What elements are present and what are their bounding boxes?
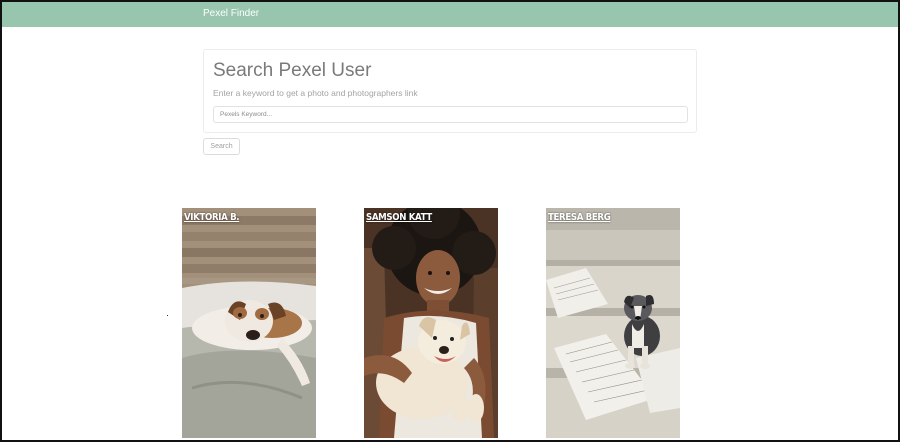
navbar: Pexel Finder (2, 2, 898, 27)
dog-photo-image[interactable] (182, 208, 316, 438)
photo-card[interactable]: VIKTORIA B. (182, 208, 316, 438)
photo-card[interactable]: TERESA BERG (546, 208, 680, 438)
search-subtitle: Enter a keyword to get a photo and photo… (213, 88, 418, 98)
puppy-stairs-photo-image[interactable] (546, 208, 680, 438)
photo-card[interactable]: SAMSON KATT (364, 208, 498, 438)
search-card: Search Pexel User Enter a keyword to get… (203, 49, 697, 133)
woman-dog-photo-image[interactable] (364, 208, 498, 438)
search-button[interactable]: Search (203, 138, 240, 155)
brand-link[interactable]: Pexel Finder (203, 8, 259, 19)
search-input[interactable] (213, 106, 688, 123)
browser-viewport: Pexel Finder Search Pexel User Enter a k… (0, 0, 900, 442)
photographer-link[interactable]: SAMSON KATT (366, 212, 432, 223)
page-title: Search Pexel User (213, 60, 372, 81)
photographer-link[interactable]: VIKTORIA B. (184, 212, 240, 223)
stray-dot (167, 315, 168, 316)
photographer-link[interactable]: TERESA BERG (548, 212, 611, 223)
